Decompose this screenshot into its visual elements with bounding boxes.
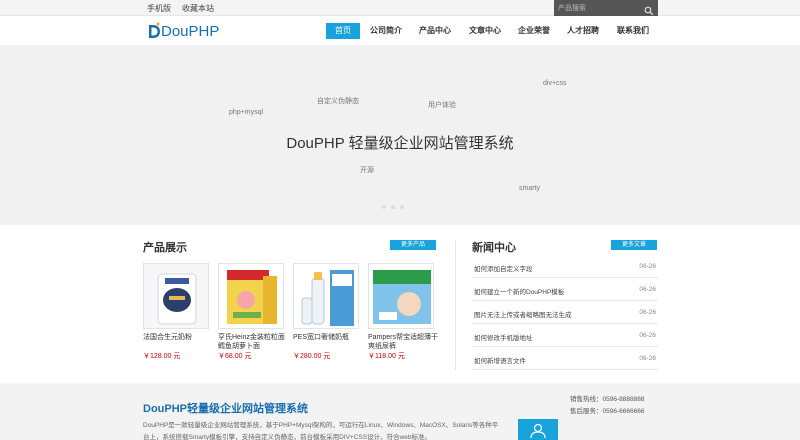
footer-description: DouPHP是一款轻量级企业网站管理系统，基于PHP+Mysql架构的，可运行在…	[143, 420, 503, 440]
hero-banner[interactable]: div+css 自定义伪静态 用户体验 php+mysql DouPHP 轻量级…	[0, 45, 800, 225]
list-item[interactable]: 如何建立一个新的DouPHP模板 06-26	[472, 278, 658, 301]
user-icon	[530, 423, 546, 439]
banner-pagination	[382, 205, 404, 209]
list-item[interactable]: 如何添加自定义字段 06-26	[472, 255, 658, 278]
footer-desc-line: DouPHP是一款轻量级企业网站管理系统，基于PHP+Mysql架构的，可运行在…	[143, 422, 499, 429]
news-item-title[interactable]: 图片无法上传或者缩略图无法生成	[474, 309, 572, 319]
add-favorite-link[interactable]: 收藏本站	[182, 3, 214, 14]
news-item-date: 06-26	[639, 355, 656, 362]
news-item-title[interactable]: 如何建立一个新的DouPHP模板	[474, 286, 564, 296]
footer-title: DouPHP轻量级企业网站管理系统	[143, 403, 308, 415]
banner-dot[interactable]	[391, 205, 395, 209]
news-title: 新闻中心	[472, 242, 516, 254]
footer-desc-line: 台上，系统搭载Smarty模板引擎，支持自定义伪静态，前台模板采用DIV+CSS…	[143, 434, 432, 440]
service-hotline: 售后服务：0596-6666666	[570, 408, 645, 415]
product-image[interactable]	[293, 263, 359, 329]
search-icon[interactable]	[644, 3, 654, 16]
more-products-button[interactable]: 更多产品	[390, 240, 436, 250]
news-item-date: 06-26	[639, 332, 656, 339]
sales-hotline: 销售热线：0596-8888888	[570, 396, 645, 403]
banner-title: DouPHP 轻量级企业网站管理系统	[286, 135, 514, 152]
banner-tag: smarty	[519, 185, 540, 192]
site-logo[interactable]: DouPHP	[147, 21, 219, 41]
banner-dot[interactable]	[382, 205, 386, 209]
search-box	[554, 0, 658, 16]
top-bar: 手机版 收藏本站	[0, 0, 800, 16]
product-card[interactable]: 法国合生元奶粉 ￥128.00 元	[143, 263, 213, 361]
product-card[interactable]: PES宽口奢储奶瓶 ￥280.00 元	[293, 263, 363, 361]
banner-tag: 用户体验	[428, 102, 456, 109]
product-price: ￥118.00 元	[368, 353, 405, 360]
product-image[interactable]	[218, 263, 284, 329]
products-title: 产品展示	[143, 242, 187, 254]
mobile-version-link[interactable]: 手机版	[147, 3, 171, 14]
banner-dot[interactable]	[400, 205, 404, 209]
product-name[interactable]: 亨氏Heinz金装粒粒面鳕鱼胡萝卜面	[218, 333, 288, 351]
banner-tag: 开源	[360, 167, 374, 174]
logo-text: DouPHP	[161, 22, 220, 40]
list-item[interactable]: 如何修改手机版地址 06-26	[472, 324, 658, 347]
nav-item-articles[interactable]: 文章中心	[465, 23, 505, 39]
column-divider	[455, 240, 456, 370]
product-card[interactable]: 亨氏Heinz金装粒粒面鳕鱼胡萝卜面 ￥68.00 元	[218, 263, 288, 361]
site-header: DouPHP 首页 公司简介 产品中心 文章中心 企业荣誉 人才招聘 联系我们	[0, 17, 800, 45]
site-footer: DouPHP轻量级企业网站管理系统 DouPHP是一款轻量级企业网站管理系统，基…	[0, 383, 800, 440]
product-price: ￥128.00 元	[143, 353, 181, 360]
product-name[interactable]: PES宽口奢储奶瓶	[293, 333, 363, 351]
banner-tag: div+css	[543, 80, 567, 87]
product-name[interactable]: Pampers帮宝适超薄干爽纸尿裤	[368, 333, 438, 351]
news-item-title[interactable]: 如何新增语言文件	[474, 355, 526, 365]
news-item-title[interactable]: 如何修改手机版地址	[474, 332, 533, 342]
product-image[interactable]	[368, 263, 434, 329]
list-item[interactable]: 如何新增语言文件 06-26	[472, 347, 658, 370]
more-articles-button[interactable]: 更多文章	[611, 240, 657, 250]
news-item-title[interactable]: 如何添加自定义字段	[474, 263, 533, 273]
nav-item-contact[interactable]: 联系我们	[613, 23, 653, 39]
news-item-date: 06-26	[639, 263, 656, 270]
product-image[interactable]	[143, 263, 209, 329]
product-card[interactable]: Pampers帮宝适超薄干爽纸尿裤 ￥118.00 元	[368, 263, 438, 361]
nav-item-home[interactable]: 首页	[326, 23, 360, 39]
logo-mark-icon	[149, 22, 160, 38]
news-item-date: 06-26	[639, 286, 656, 293]
product-name[interactable]: 法国合生元奶粉	[143, 333, 213, 351]
nav-item-honors[interactable]: 企业荣誉	[514, 23, 554, 39]
product-price: ￥280.00 元	[293, 353, 331, 360]
news-item-date: 06-26	[639, 309, 656, 316]
product-price: ￥68.00 元	[218, 353, 252, 360]
contact-box	[518, 419, 558, 440]
nav-item-jobs[interactable]: 人才招聘	[563, 23, 603, 39]
nav-item-products[interactable]: 产品中心	[415, 23, 455, 39]
banner-tag: php+mysql	[229, 109, 264, 116]
search-input[interactable]	[558, 2, 640, 14]
nav-item-about[interactable]: 公司简介	[366, 23, 406, 39]
list-item[interactable]: 图片无法上传或者缩略图无法生成 06-26	[472, 301, 658, 324]
banner-tag: 自定义伪静态	[317, 98, 359, 105]
